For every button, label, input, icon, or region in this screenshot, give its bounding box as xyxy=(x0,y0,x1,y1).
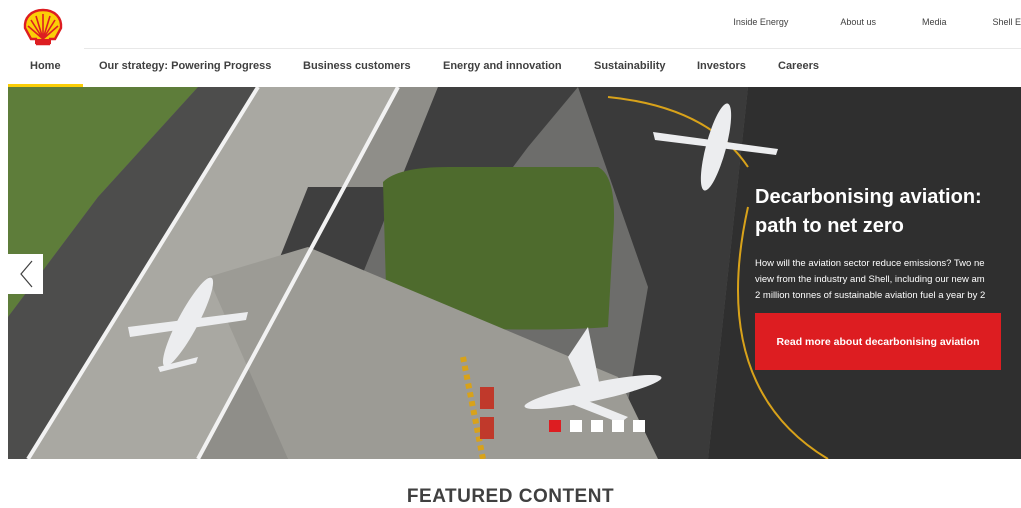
carousel-dot-1[interactable] xyxy=(549,420,561,432)
hero-title-line-2: path to net zero xyxy=(755,215,904,237)
carousel-dot-2[interactable] xyxy=(570,420,582,432)
utility-link-inside-energy[interactable]: Inside Energy xyxy=(733,17,788,27)
carousel-prev-button[interactable] xyxy=(8,254,43,294)
hero-description: How will the aviation sector reduce emis… xyxy=(755,256,1021,304)
carousel-dot-4[interactable] xyxy=(612,420,624,432)
carousel-pagination xyxy=(549,420,654,432)
carousel-dot-5[interactable] xyxy=(633,420,645,432)
shell-pecten-logo[interactable] xyxy=(22,8,64,48)
utility-link-about-us[interactable]: About us xyxy=(840,17,876,27)
nav-item-sustainability[interactable]: Sustainability xyxy=(594,60,666,72)
utility-link-shell-e[interactable]: Shell E xyxy=(992,17,1021,27)
hero-description-line-2: view from the industry and Shell, includ… xyxy=(755,274,985,285)
hero-description-line-1: How will the aviation sector reduce emis… xyxy=(755,258,985,269)
nav-item-investors[interactable]: Investors xyxy=(697,60,746,72)
nav-divider xyxy=(84,48,1021,49)
nav-item-energy-innovation[interactable]: Energy and innovation xyxy=(443,60,562,72)
hero-description-line-3: 2 million tonnes of sustainable aviation… xyxy=(755,290,986,301)
nav-item-careers[interactable]: Careers xyxy=(778,60,819,72)
nav-item-home[interactable]: Home xyxy=(30,60,61,72)
read-more-button[interactable]: Read more about decarbonising aviation xyxy=(755,313,1001,370)
utility-links: Inside Energy About us Media Shell E xyxy=(733,17,1021,27)
featured-content-heading: FEATURED CONTENT xyxy=(406,486,615,507)
hero-title-overlay: Decarbonising aviation: path to net zero xyxy=(755,183,1021,241)
nav-item-business-customers[interactable]: Business customers xyxy=(303,60,411,72)
carousel-dot-3[interactable] xyxy=(591,420,603,432)
chevron-left-icon xyxy=(19,260,32,288)
nav-item-our-strategy[interactable]: Our strategy: Powering Progress xyxy=(99,60,271,72)
hero-title-line-1: Decarbonising aviation: xyxy=(755,186,982,208)
utility-link-media[interactable]: Media xyxy=(922,17,947,27)
